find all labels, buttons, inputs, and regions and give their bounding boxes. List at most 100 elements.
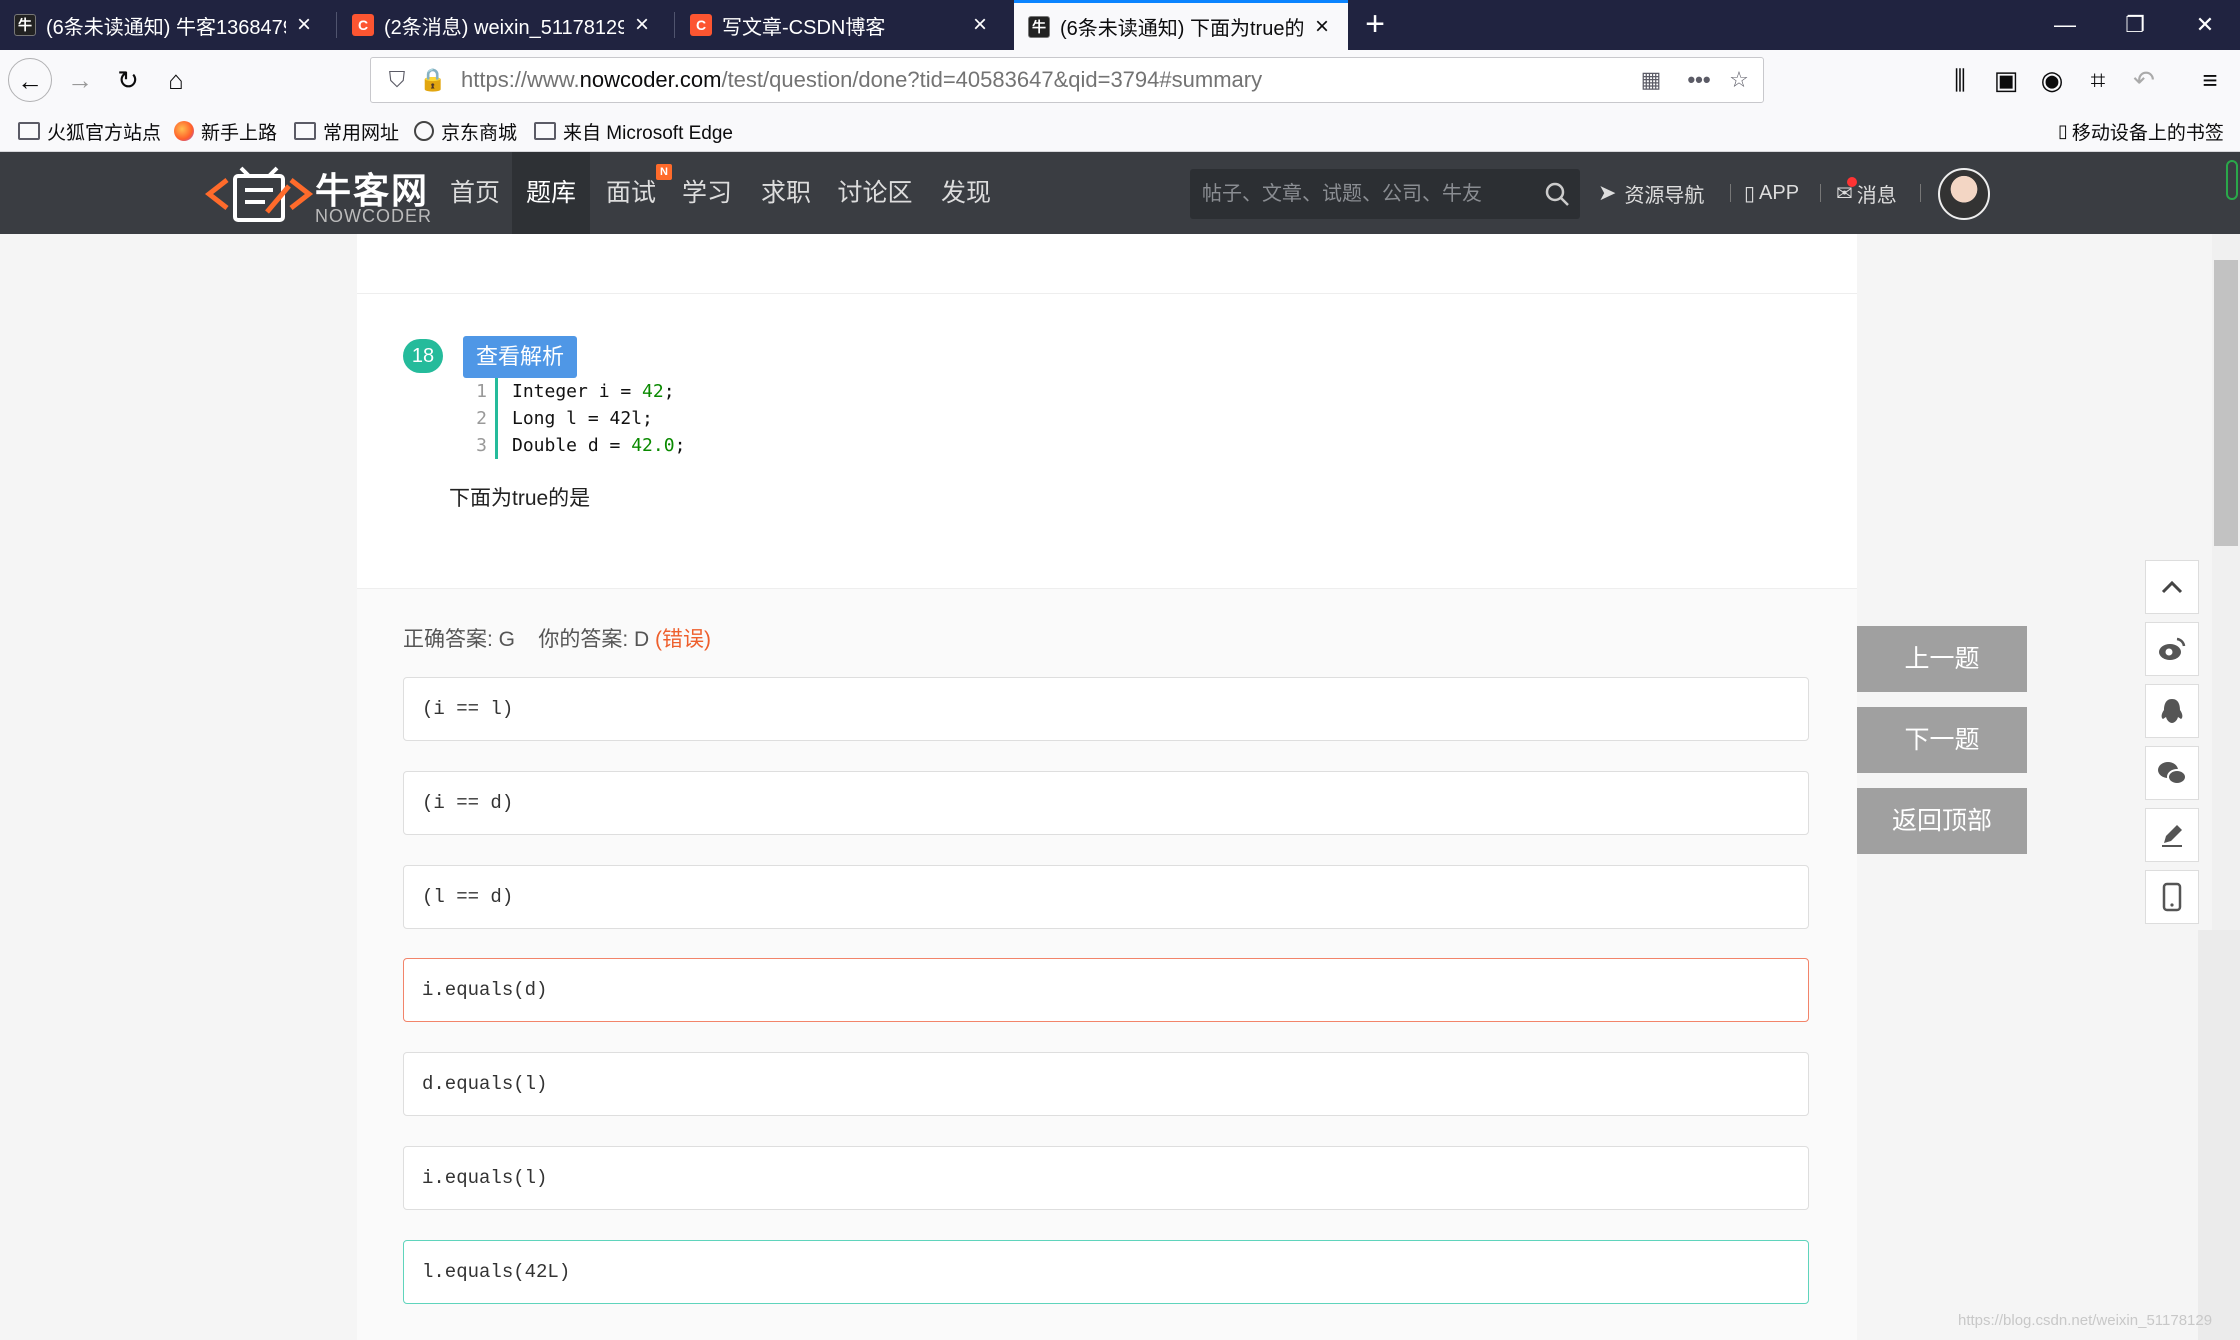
tab-close-icon[interactable]: × — [292, 13, 316, 37]
mobile-icon[interactable] — [2145, 870, 2199, 924]
nav-question-bank[interactable]: 题库 — [512, 152, 590, 234]
question-card: 18 查看解析 1 Integer i = 42; 2 Long l = 42l; … — [357, 294, 1857, 588]
weibo-icon[interactable] — [2145, 622, 2199, 676]
bookmark-item[interactable]: 常用网址 — [294, 110, 399, 152]
nav-learn[interactable]: 学习 — [672, 152, 742, 234]
code-line: 3 Double d = 42.0; — [457, 432, 685, 459]
minimize-icon[interactable]: — — [2030, 0, 2100, 50]
nowcoder-favicon-icon: 牛 — [14, 14, 36, 36]
lock-icon[interactable]: 🔒 — [415, 58, 451, 102]
tab-close-icon[interactable]: × — [968, 13, 992, 37]
option-d-selected-wrong[interactable]: i.equals(d) — [403, 958, 1809, 1022]
wechat-icon[interactable] — [2145, 746, 2199, 800]
option-e[interactable]: d.equals(l) — [403, 1052, 1809, 1116]
view-analysis-button[interactable]: 查看解析 — [463, 336, 577, 378]
tab-separator — [336, 12, 337, 38]
browser-tab-strip: 牛 (6条未读通知) 牛客136847985 × C (2条消息) weixin… — [0, 0, 2240, 50]
resource-nav-link[interactable]: ➤ 资源导航 — [1598, 152, 1704, 234]
mobile-bookmarks[interactable]: ▯ 移动设备上的书签 — [2058, 110, 2224, 152]
option-b[interactable]: (i == d) — [403, 771, 1809, 835]
csdn-favicon-icon: C — [352, 14, 374, 36]
qr-code-icon[interactable]: ▦ — [1633, 58, 1669, 102]
search-icon[interactable] — [1544, 181, 1570, 207]
nav-discover[interactable]: 发现 — [926, 152, 1006, 234]
header-separator — [1730, 184, 1731, 202]
option-f[interactable]: i.equals(l) — [403, 1146, 1809, 1210]
folder-icon — [534, 122, 556, 140]
restore-icon[interactable]: ❐ — [2100, 0, 2170, 50]
nav-home[interactable]: 首页 — [440, 152, 510, 234]
result-status: (错误) — [655, 628, 712, 651]
new-tab-plus-icon[interactable]: + — [1355, 0, 1395, 50]
screenshot-crop-icon[interactable]: ⌗ — [2076, 58, 2120, 102]
account-icon[interactable]: ◉ — [2030, 58, 2074, 102]
forward-arrow-icon[interactable]: → — [58, 58, 102, 102]
page-scroll-indicator[interactable] — [2226, 160, 2238, 200]
bookmark-item[interactable]: 京东商城 — [414, 110, 517, 152]
code-line: 1 Integer i = 42; — [457, 378, 685, 405]
home-icon[interactable]: ⌂ — [154, 58, 198, 102]
csdn-favicon-icon: C — [690, 14, 712, 36]
site-search-input[interactable] — [1202, 169, 1522, 219]
folder-icon — [18, 122, 40, 140]
tab-title: (6条未读通知) 牛客136847985 — [46, 16, 286, 39]
bookmark-item[interactable]: 新手上路 — [174, 110, 277, 152]
tab-title: (6条未读通知) 下面为true的是 — [1060, 18, 1304, 40]
nowcoder-favicon-icon: 牛 — [1028, 15, 1050, 38]
window-close-icon[interactable]: ✕ — [2170, 0, 2240, 50]
bookmark-star-icon[interactable]: ☆ — [1721, 58, 1757, 102]
next-question-button[interactable]: 下一题 — [1857, 707, 2027, 773]
header-separator — [1920, 184, 1921, 202]
previous-question-card — [357, 234, 1857, 294]
address-bar[interactable]: ⛉ 🔒 https://www.nowcoder.com/test/questi… — [370, 57, 1764, 103]
prev-question-button[interactable]: 上一题 — [1857, 626, 2027, 692]
qq-icon[interactable] — [2145, 684, 2199, 738]
url-text[interactable]: https://www.nowcoder.com/test/question/d… — [461, 58, 1262, 102]
tab-title: (2条消息) weixin_51178129的 — [384, 16, 624, 39]
user-avatar[interactable] — [1938, 168, 1990, 220]
globe-icon — [414, 121, 434, 141]
page-scrollbar-thumb[interactable] — [2214, 260, 2238, 546]
option-a[interactable]: (i == l) — [403, 677, 1809, 741]
app-link[interactable]: ▯ APP — [1744, 152, 1799, 234]
hamburger-menu-icon[interactable]: ≡ — [2188, 58, 2232, 102]
code-line: 2 Long l = 42l; — [457, 405, 685, 432]
your-answer-label: 你的答案: D — [538, 628, 650, 651]
mail-icon: ✉ — [1836, 176, 1857, 206]
shield-icon[interactable]: ⛉ — [379, 58, 415, 102]
question-text: 下面为true的是 — [449, 487, 591, 510]
option-g-correct[interactable]: l.equals(42L) — [403, 1240, 1809, 1304]
navigation-arrow-icon: ➤ — [1598, 180, 1617, 205]
undo-icon[interactable]: ↶ — [2122, 58, 2166, 102]
nav-interview[interactable]: 面试 N — [594, 152, 672, 234]
back-to-top-button[interactable]: 返回顶部 — [1857, 788, 2027, 854]
chevron-up-icon[interactable] — [2145, 560, 2199, 614]
mobile-icon: ▯ — [2058, 120, 2068, 141]
tab-4-active[interactable]: 牛 (6条未读通知) 下面为true的是 × — [1014, 0, 1348, 50]
messages-link[interactable]: ✉ 消息 — [1836, 152, 1897, 234]
bookmark-item[interactable]: 火狐官方站点 — [18, 110, 161, 152]
tab-1[interactable]: 牛 (6条未读通知) 牛客136847985 × — [0, 0, 330, 50]
tab-3[interactable]: C 写文章-CSDN博客 × — [676, 0, 1006, 50]
phone-icon: ▯ — [1744, 182, 1756, 205]
tab-close-icon[interactable]: × — [630, 13, 654, 37]
tab-2[interactable]: C (2条消息) weixin_51178129的 × — [338, 0, 668, 50]
sidebar-icon[interactable]: ▣ — [1984, 58, 2028, 102]
side-panel-scroll — [2198, 930, 2240, 1340]
nav-jobs[interactable]: 求职 — [750, 152, 822, 234]
reload-icon[interactable]: ↻ — [106, 58, 150, 102]
unread-dot — [1846, 176, 1857, 187]
back-arrow-icon[interactable]: ← — [8, 58, 52, 102]
option-c[interactable]: (l == d) — [403, 865, 1809, 929]
nav-discuss[interactable]: 讨论区 — [830, 152, 920, 234]
logo-subtitle: NOWCODER — [315, 206, 432, 226]
more-dots-icon[interactable]: ••• — [1681, 58, 1717, 102]
library-icon[interactable]: ⫼ — [1938, 58, 1982, 102]
bookmark-item[interactable]: 来自 Microsoft Edge — [534, 110, 733, 152]
bookmarks-bar: 火狐官方站点 新手上路 常用网址 京东商城 来自 Microsoft Edge … — [0, 110, 2240, 152]
header-separator — [1820, 184, 1821, 202]
edit-icon[interactable] — [2145, 808, 2199, 862]
tab-close-icon[interactable]: × — [1310, 14, 1334, 39]
browser-toolbar: ← → ↻ ⌂ ⛉ 🔒 https://www.nowcoder.com/tes… — [0, 50, 2240, 110]
site-header: 牛客网 NOWCODER 首页 题库 面试N 学习 求职 讨论区 发现 ➤资源导… — [0, 152, 2240, 234]
